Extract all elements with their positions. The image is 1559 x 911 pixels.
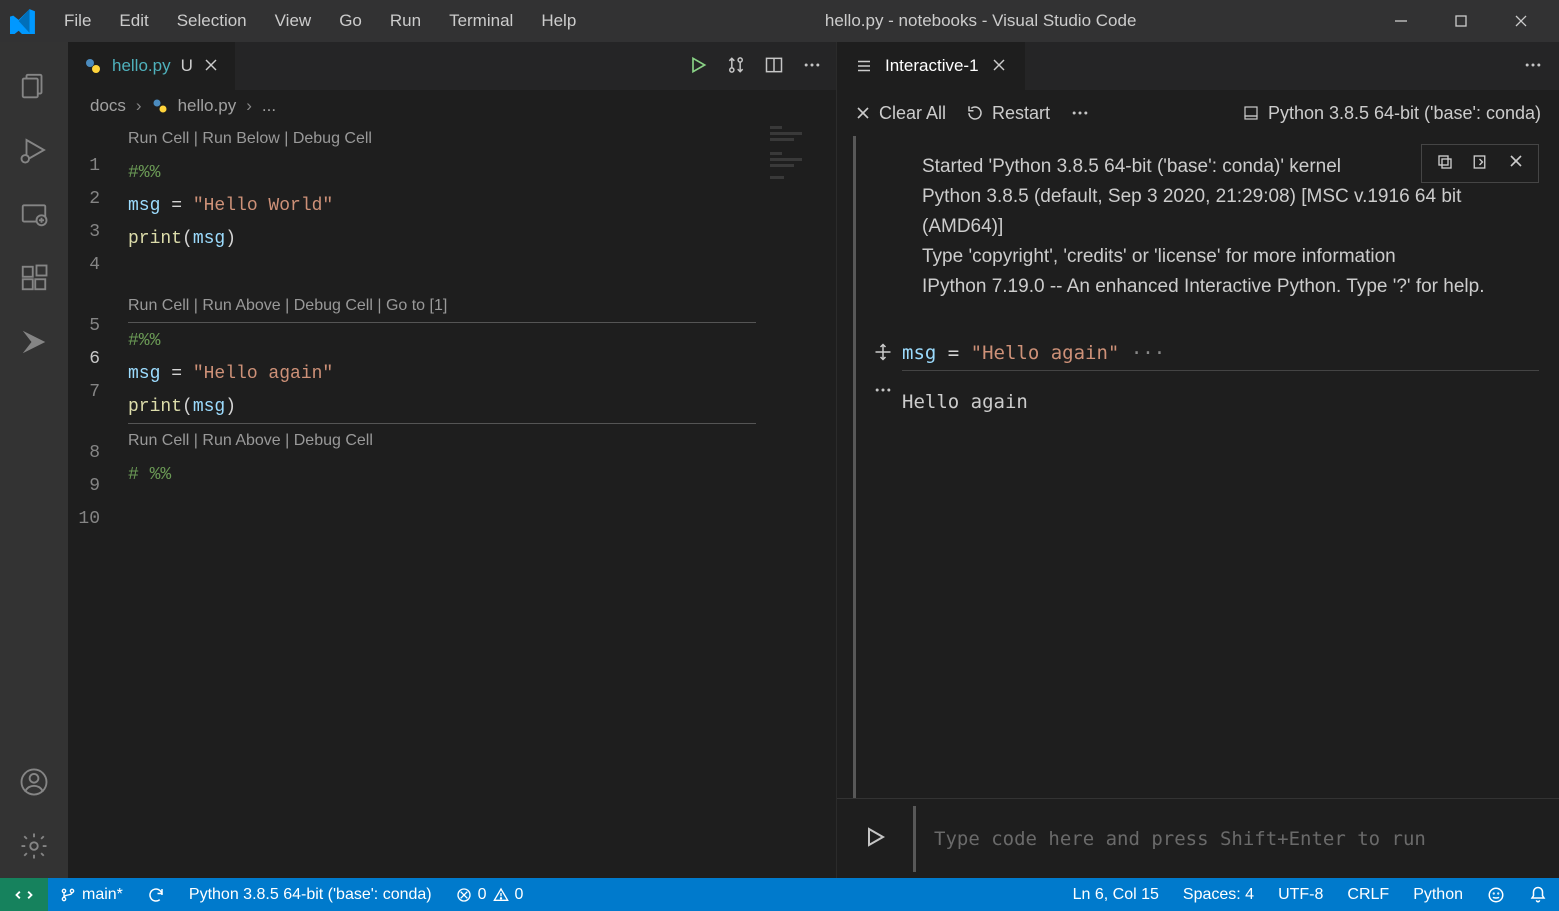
vscode-logo — [8, 6, 38, 36]
menu-go[interactable]: Go — [325, 5, 376, 37]
tab-filename: hello.py — [112, 56, 171, 76]
execute-input-icon[interactable] — [853, 825, 897, 852]
cell-output: Hello again — [902, 391, 1028, 413]
interpreter-selector[interactable]: Python 3.8.5 64-bit ('base': conda) — [1242, 103, 1541, 124]
encoding-indicator[interactable]: UTF-8 — [1266, 878, 1335, 911]
copy-icon[interactable] — [1436, 153, 1454, 174]
menu-terminal[interactable]: Terminal — [435, 5, 527, 37]
expand-cell-icon[interactable] — [864, 342, 902, 365]
close-button[interactable] — [1491, 0, 1551, 42]
delete-cell-icon[interactable] — [1508, 153, 1524, 174]
restart-button[interactable]: Restart — [966, 103, 1050, 124]
codelens-cell1[interactable]: Run Cell | Run Below | Debug Cell — [128, 122, 836, 155]
tab-interactive-1[interactable]: Interactive-1 — [837, 42, 1025, 90]
interactive-tabbar: Interactive-1 — [837, 42, 1559, 90]
tab-hello-py[interactable]: hello.py U — [68, 42, 236, 90]
activity-bar — [0, 42, 68, 878]
menu-edit[interactable]: Edit — [105, 5, 162, 37]
maximize-button[interactable] — [1431, 0, 1491, 42]
python-file-icon — [152, 98, 168, 114]
chevron-right-icon: › — [246, 96, 252, 116]
interactive-toolbar: Clear All Restart Python 3.8.5 64-bit ('… — [837, 90, 1559, 136]
menu-help[interactable]: Help — [527, 5, 590, 37]
executed-cell-code[interactable]: msg = "Hello again" ··· — [902, 342, 1539, 371]
interactive-window: Interactive-1 Clear All Restart — [837, 42, 1559, 878]
remote-explorer-icon[interactable] — [0, 182, 68, 246]
tab-close-icon[interactable] — [991, 57, 1007, 76]
breadcrumb-tail[interactable]: ... — [262, 96, 276, 116]
menu-run[interactable]: Run — [376, 5, 435, 37]
breadcrumbs[interactable]: docs › hello.py › ... — [68, 90, 836, 122]
jupyter-icon[interactable] — [0, 310, 68, 374]
breadcrumb-file[interactable]: hello.py — [178, 96, 237, 116]
status-interpreter[interactable]: Python 3.8.5 64-bit ('base': conda) — [177, 878, 444, 911]
editor-tabbar: hello.py U — [68, 42, 836, 90]
settings-gear-icon[interactable] — [0, 814, 68, 878]
tab-close-icon[interactable] — [203, 57, 219, 76]
codelens-cell3[interactable]: Run Cell | Run Above | Debug Cell — [128, 424, 836, 457]
interactive-input[interactable]: Type code here and press Shift+Enter to … — [913, 806, 1543, 872]
editor-group: hello.py U — [68, 42, 836, 878]
remote-indicator[interactable] — [0, 878, 48, 911]
cursor-position[interactable]: Ln 6, Col 15 — [1061, 878, 1171, 911]
eol-indicator[interactable]: CRLF — [1335, 878, 1401, 911]
clear-all-button[interactable]: Clear All — [855, 103, 946, 124]
statusbar: main* Python 3.8.5 64-bit ('base': conda… — [0, 878, 1559, 911]
minimap[interactable] — [766, 122, 836, 878]
interactive-input-row: Type code here and press Shift+Enter to … — [837, 798, 1559, 878]
cell-toolbar — [1421, 144, 1539, 183]
problems-indicator[interactable]: 0 0 — [444, 878, 536, 911]
chevron-right-icon: › — [136, 96, 142, 116]
more-actions-icon[interactable] — [802, 55, 822, 78]
python-file-icon — [84, 57, 102, 75]
codelens-cell2[interactable]: Run Cell | Run Above | Debug Cell | Go t… — [128, 289, 756, 323]
indent-indicator[interactable]: Spaces: 4 — [1171, 878, 1266, 911]
interactive-output-area[interactable]: Started 'Python 3.8.5 64-bit ('base': co… — [853, 136, 1559, 798]
run-debug-icon[interactable] — [0, 118, 68, 182]
run-file-icon[interactable] — [688, 55, 708, 78]
menu-view[interactable]: View — [261, 5, 326, 37]
language-mode[interactable]: Python — [1401, 878, 1475, 911]
compare-changes-icon[interactable] — [726, 55, 746, 78]
menubar: File Edit Selection View Go Run Terminal… — [50, 5, 590, 37]
accounts-icon[interactable] — [0, 750, 68, 814]
more-actions-icon[interactable] — [1507, 55, 1559, 78]
line-number-gutter: 1 2 3 4 5 6 7 8 9 10 — [68, 122, 128, 878]
split-editor-icon[interactable] — [764, 55, 784, 78]
menu-selection[interactable]: Selection — [163, 5, 261, 37]
tab-modified-indicator: U — [181, 56, 193, 76]
feedback-icon[interactable] — [1475, 878, 1517, 911]
breadcrumb-folder[interactable]: docs — [90, 96, 126, 116]
output-ellipsis-icon[interactable] — [864, 381, 902, 397]
sync-changes-icon[interactable] — [135, 878, 177, 911]
window-title: hello.py - notebooks - Visual Studio Cod… — [590, 11, 1371, 31]
minimize-button[interactable] — [1371, 0, 1431, 42]
code-editor[interactable]: 1 2 3 4 5 6 7 8 9 10 Run Cell | Run Belo… — [68, 122, 836, 878]
list-icon — [855, 57, 873, 75]
goto-source-icon[interactable] — [1472, 153, 1490, 174]
toolbar-more-icon[interactable] — [1070, 109, 1090, 117]
menu-file[interactable]: File — [50, 5, 105, 37]
extensions-icon[interactable] — [0, 246, 68, 310]
git-branch-indicator[interactable]: main* — [48, 878, 135, 911]
titlebar: File Edit Selection View Go Run Terminal… — [0, 0, 1559, 42]
explorer-icon[interactable] — [0, 54, 68, 118]
notifications-bell-icon[interactable] — [1517, 878, 1559, 911]
